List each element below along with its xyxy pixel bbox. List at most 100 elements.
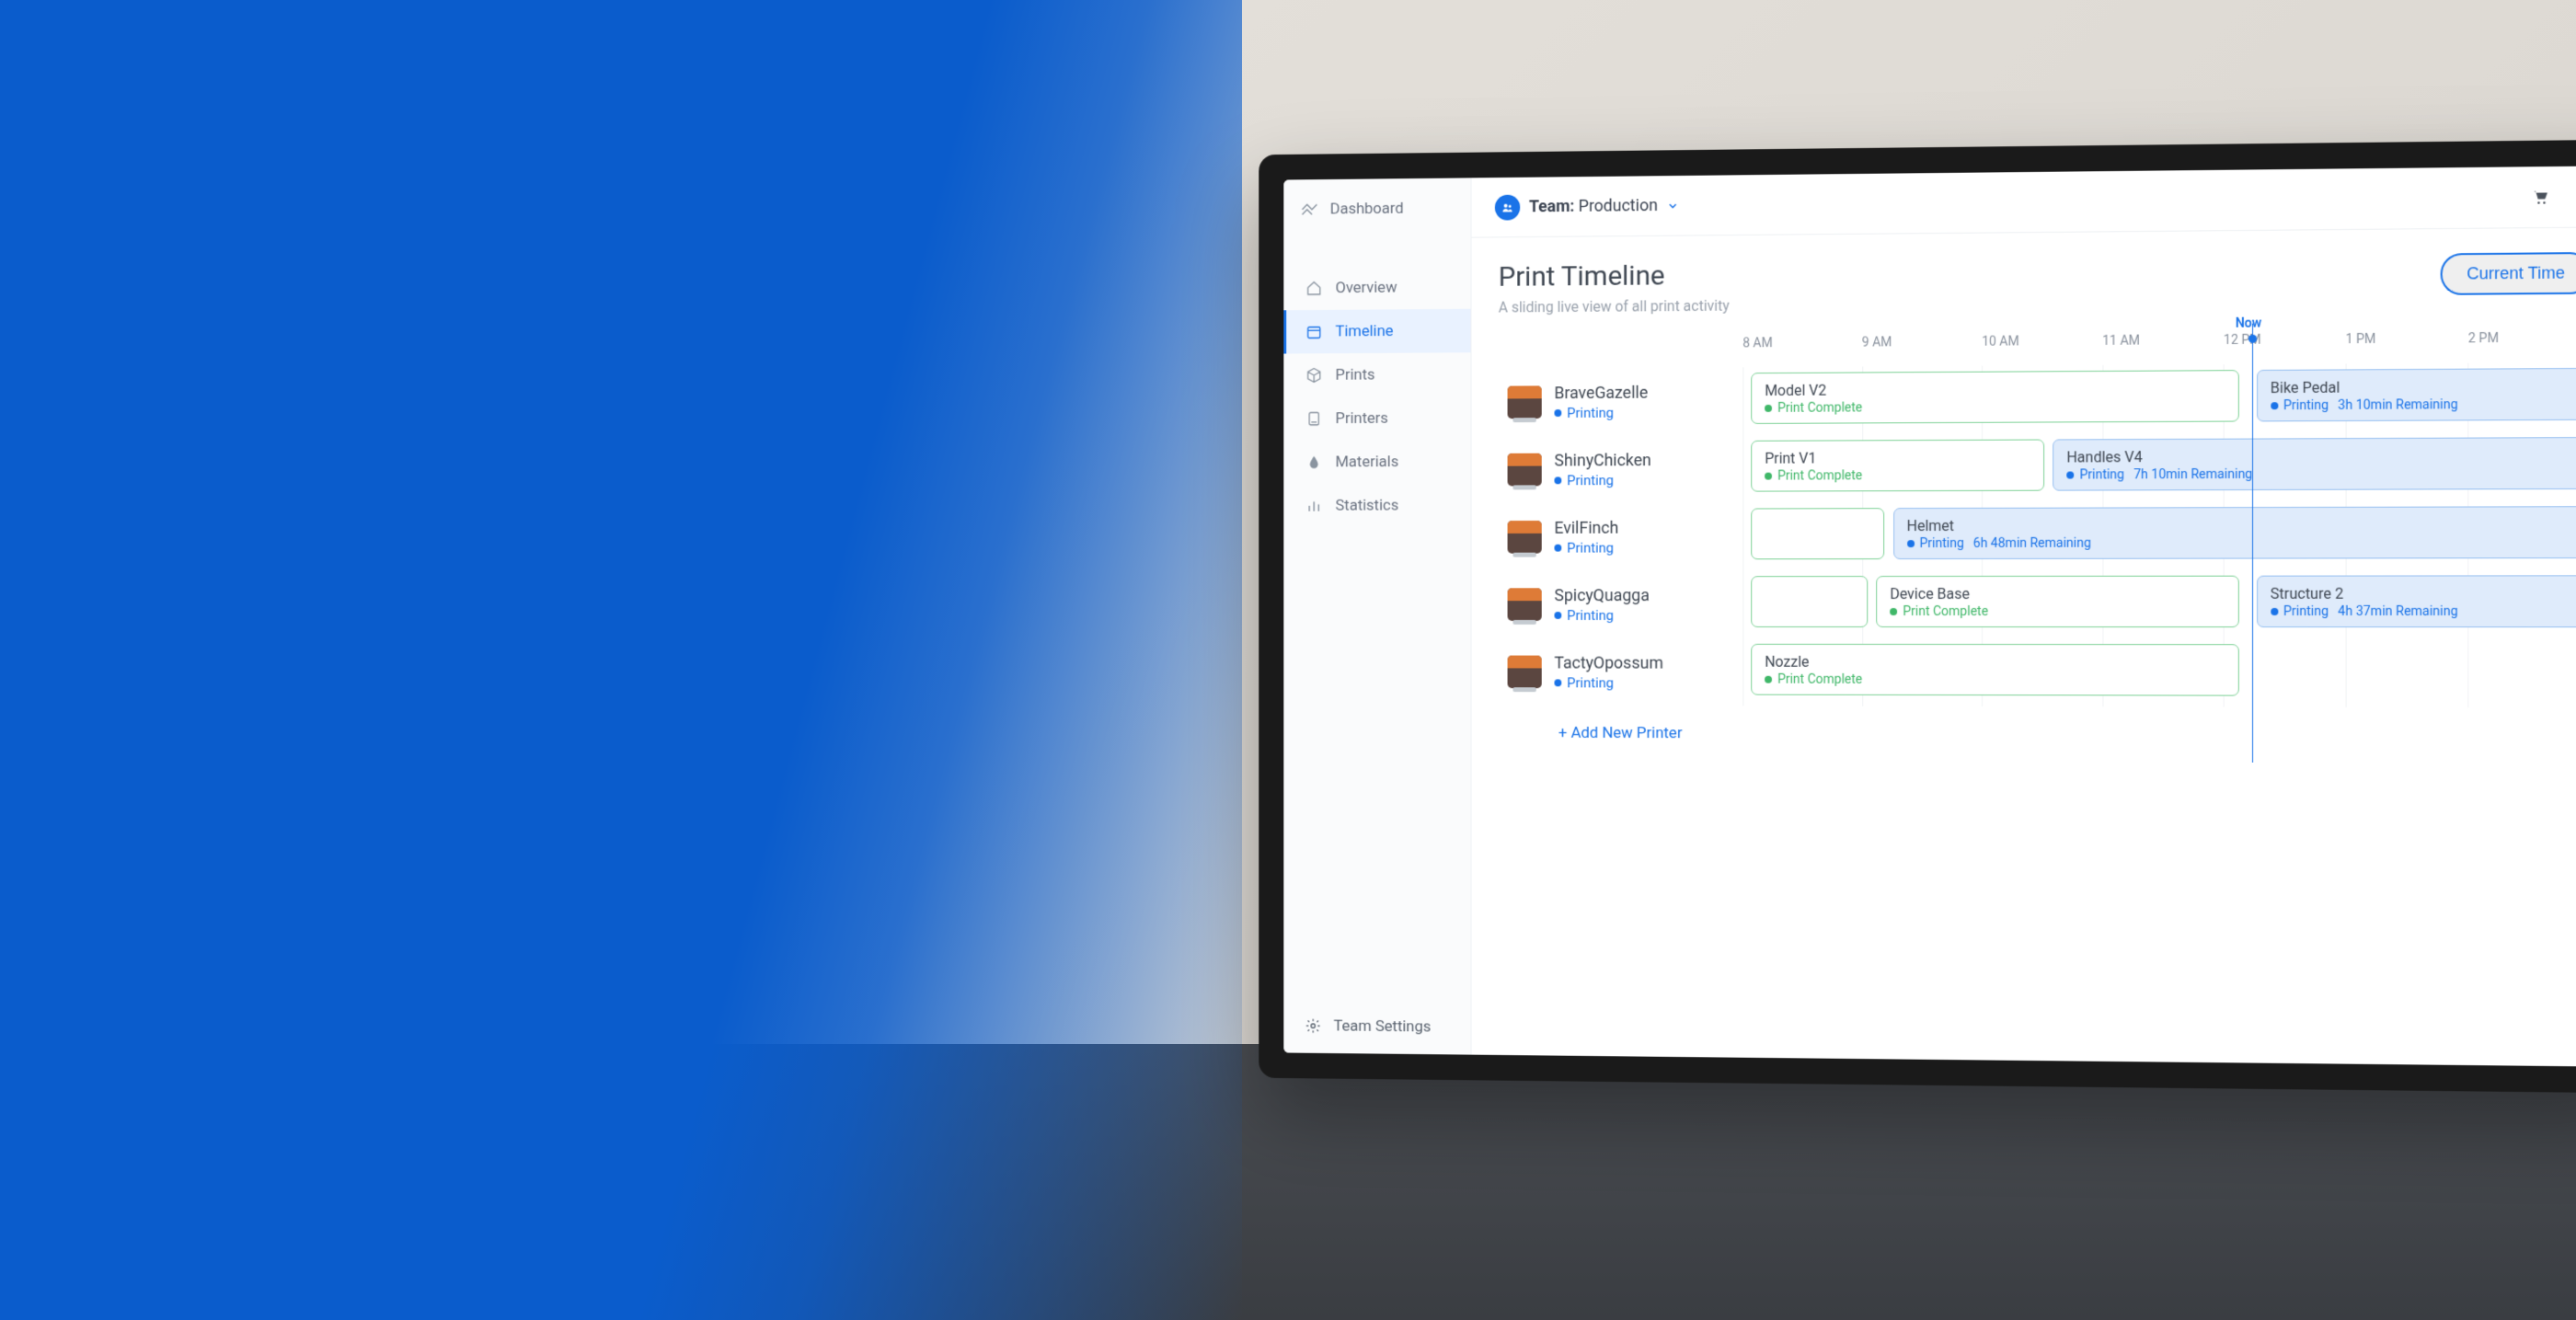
job-status: Printing bbox=[2271, 397, 2329, 412]
screen: Dashboard Overview Timeline bbox=[1283, 166, 2576, 1067]
brand-logo-icon bbox=[1300, 200, 1319, 220]
calendar-icon bbox=[1305, 323, 1323, 341]
cart-icon[interactable] bbox=[2531, 188, 2550, 206]
job-card[interactable]: Device Base Print Complete bbox=[1876, 576, 2239, 627]
sidebar-item-team-settings[interactable]: Team Settings bbox=[1283, 998, 1470, 1054]
team-label: Team: bbox=[1529, 197, 1574, 216]
job-card[interactable] bbox=[1751, 576, 1868, 627]
brand-label: Dashboard bbox=[1330, 200, 1404, 219]
sidebar-item-statistics[interactable]: Statistics bbox=[1283, 484, 1470, 528]
job-name: Helmet bbox=[1907, 515, 2576, 534]
job-card[interactable]: Nozzle Print Complete bbox=[1751, 644, 2239, 696]
sidebar-item-label: Prints bbox=[1336, 366, 1375, 385]
job-remaining: 7h 10min Remaining bbox=[2133, 466, 2252, 482]
team-badge-icon bbox=[1495, 194, 1520, 220]
job-status: Print Complete bbox=[1765, 467, 2030, 483]
job-card[interactable]: Handles V4 Printing7h 10min Remaining bbox=[2053, 437, 2576, 491]
drop-icon bbox=[1305, 453, 1323, 472]
printer-status: Printing bbox=[1554, 404, 1648, 420]
now-label: Now bbox=[2236, 316, 2262, 331]
now-marker: Now bbox=[2252, 324, 2253, 763]
bar-chart-icon bbox=[1305, 497, 1323, 515]
job-name: Bike Pedal bbox=[2271, 376, 2576, 396]
sidebar-footer-label: Team Settings bbox=[1334, 1017, 1432, 1037]
hour-label: 1 PM bbox=[2345, 331, 2467, 363]
timeline-hours: 8 AM 9 AM 10 AM 11 AM 12 PM 1 PM 2 PM bbox=[1742, 330, 2576, 367]
job-status: Print Complete bbox=[1765, 671, 2225, 687]
team-selector[interactable]: Team: Production bbox=[1495, 192, 1680, 220]
sidebar-item-label: Printers bbox=[1336, 409, 1388, 428]
hour-label: 2 PM bbox=[2468, 330, 2576, 362]
sidebar-item-materials[interactable]: Materials bbox=[1283, 440, 1470, 484]
printer-status: Printing bbox=[1554, 472, 1650, 488]
job-status: Printing bbox=[2066, 467, 2124, 482]
printer-column: BraveGazelle Printing ShinyChicken Print… bbox=[1499, 336, 1743, 1039]
job-card[interactable]: Bike Pedal Printing 3h 10min Remaining bbox=[2257, 368, 2576, 422]
job-card[interactable]: Model V2 Print Complete bbox=[1751, 370, 2239, 424]
job-remaining: 4h 37min Remaining bbox=[2338, 603, 2457, 618]
printer-device-icon bbox=[1508, 385, 1542, 419]
cube-icon bbox=[1305, 366, 1323, 385]
job-card[interactable]: Structure 2 Printing4h 37min Remaining bbox=[2257, 575, 2576, 627]
job-name: Nozzle bbox=[1765, 652, 2225, 671]
printer-name: TactyOpossum bbox=[1554, 653, 1662, 672]
printer-row[interactable]: SpicyQuagga Printing bbox=[1499, 570, 1743, 638]
job-status: Print Complete bbox=[1890, 603, 2225, 618]
printer-row[interactable]: EvilFinch Printing bbox=[1499, 503, 1743, 571]
printer-status: Printing bbox=[1554, 539, 1618, 556]
job-card[interactable] bbox=[1751, 508, 1884, 559]
sidebar-item-label: Statistics bbox=[1336, 497, 1399, 515]
job-name: Model V2 bbox=[1765, 379, 2225, 399]
sidebar-item-timeline[interactable]: Timeline bbox=[1283, 309, 1470, 354]
scroll-thumb[interactable] bbox=[1759, 1060, 1800, 1067]
printer-row[interactable]: ShinyChicken Printing bbox=[1499, 435, 1743, 503]
job-status: Printing bbox=[1907, 535, 1964, 550]
chevron-down-icon bbox=[1667, 199, 1680, 212]
sidebar-item-printers[interactable]: Printers bbox=[1283, 396, 1470, 441]
page-subtitle: A sliding live view of all print activit… bbox=[1499, 297, 1730, 316]
printer-row[interactable]: BraveGazelle Printing bbox=[1499, 367, 1743, 436]
printer-device-icon bbox=[1508, 453, 1542, 487]
page-header: Print Timeline A sliding live view of al… bbox=[1499, 252, 2576, 316]
sidebar-item-prints[interactable]: Prints bbox=[1283, 352, 1470, 397]
current-time-button[interactable]: Current Time bbox=[2441, 252, 2576, 295]
job-name: Device Base bbox=[1890, 584, 2225, 602]
timeline-rows: Model V2 Print Complete Bike Pedal Print… bbox=[1742, 362, 2576, 708]
timeline-track: Device Base Print Complete Structure 2 P… bbox=[1742, 569, 2576, 638]
gear-icon bbox=[1305, 1017, 1321, 1034]
job-status: Printing bbox=[2271, 603, 2329, 618]
sidebar-item-overview[interactable]: Overview bbox=[1283, 265, 1470, 310]
hour-label: 12 PM bbox=[2224, 332, 2346, 364]
job-remaining: 3h 10min Remaining bbox=[2338, 397, 2457, 413]
printer-name: SpicyQuagga bbox=[1554, 586, 1649, 605]
hour-label: 8 AM bbox=[1742, 336, 1862, 368]
sidebar: Dashboard Overview Timeline bbox=[1283, 178, 1471, 1054]
printer-device-icon bbox=[1508, 588, 1542, 621]
topbar: Team: Production bbox=[1471, 166, 2576, 237]
sidebar-item-label: Timeline bbox=[1336, 322, 1394, 340]
hour-label: 11 AM bbox=[2102, 333, 2224, 365]
timeline-track: Model V2 Print Complete Bike Pedal Print… bbox=[1742, 362, 2576, 435]
timeline-track: Print V1 Print Complete Handles V4 Print… bbox=[1742, 431, 2576, 503]
printer-status: Printing bbox=[1554, 607, 1649, 624]
team-name: Production bbox=[1579, 196, 1658, 216]
home-icon bbox=[1305, 279, 1323, 297]
timeline-track: Nozzle Print Complete bbox=[1742, 638, 2576, 708]
timeline-scrollbar[interactable] bbox=[1742, 1060, 2576, 1067]
job-status: Print Complete bbox=[1765, 398, 2225, 416]
job-card[interactable]: Helmet Printing 6h 48min Remaining bbox=[1893, 506, 2576, 559]
timeline-grid[interactable]: 8 AM 9 AM 10 AM 11 AM 12 PM 1 PM 2 PM bbox=[1742, 330, 2576, 1048]
brand[interactable]: Dashboard bbox=[1283, 178, 1470, 239]
job-card[interactable]: Print V1 Print Complete bbox=[1751, 440, 2044, 492]
timeline-track: Helmet Printing 6h 48min Remaining bbox=[1742, 500, 2576, 570]
printer-name: BraveGazelle bbox=[1554, 383, 1648, 402]
job-name: Print V1 bbox=[1765, 448, 2030, 466]
content-area: Print Timeline A sliding live view of al… bbox=[1471, 227, 2576, 1066]
page-title: Print Timeline bbox=[1499, 259, 1730, 293]
printer-row[interactable]: TactyOpossum Printing bbox=[1499, 638, 1743, 706]
add-printer-button[interactable]: + Add New Printer bbox=[1499, 706, 1743, 761]
job-remaining: 6h 48min Remaining bbox=[1973, 535, 2091, 550]
hour-label: 10 AM bbox=[1982, 334, 2102, 366]
timeline: BraveGazelle Printing ShinyChicken Print… bbox=[1499, 330, 2576, 1048]
monitor-frame: Dashboard Overview Timeline bbox=[1259, 139, 2576, 1093]
